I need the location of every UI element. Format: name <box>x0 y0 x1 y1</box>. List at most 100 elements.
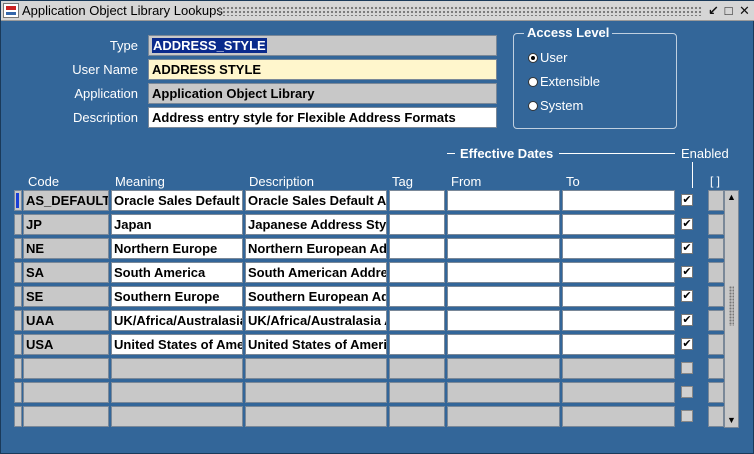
title-bar[interactable]: Application Object Library Lookups ↙ □ ✕ <box>1 1 754 21</box>
enabled-checkbox[interactable] <box>681 386 693 398</box>
description-cell[interactable]: South American Address <box>245 262 387 283</box>
maximize-icon[interactable]: □ <box>721 3 736 18</box>
meaning-cell[interactable]: Oracle Sales Default <box>111 190 243 211</box>
enabled-checkbox[interactable] <box>681 362 693 374</box>
close-icon[interactable]: ✕ <box>737 3 752 18</box>
meaning-cell[interactable]: Southern Europe <box>111 286 243 307</box>
enabled-checkbox-checked[interactable]: ✔ <box>681 218 693 230</box>
row-selector[interactable] <box>14 286 22 307</box>
scroll-down-icon[interactable]: ▼ <box>726 415 737 426</box>
from-cell[interactable] <box>447 190 560 211</box>
from-cell[interactable] <box>447 238 560 259</box>
meaning-cell[interactable]: Japan <box>111 214 243 235</box>
code-cell[interactable]: NE <box>23 238 109 259</box>
enabled-checkbox-checked[interactable]: ✔ <box>681 194 693 206</box>
to-cell[interactable] <box>562 190 675 211</box>
tag-cell[interactable] <box>389 406 445 427</box>
code-cell[interactable]: UAA <box>23 310 109 331</box>
to-cell[interactable] <box>562 382 675 403</box>
descriptive-flex-field[interactable] <box>708 310 724 331</box>
tag-cell[interactable] <box>389 262 445 283</box>
meaning-cell[interactable] <box>111 406 243 427</box>
to-cell[interactable] <box>562 310 675 331</box>
meaning-cell[interactable] <box>111 382 243 403</box>
code-cell[interactable]: JP <box>23 214 109 235</box>
enabled-checkbox-checked[interactable]: ✔ <box>681 338 693 350</box>
descriptive-flex-field[interactable] <box>708 406 724 427</box>
code-cell[interactable]: USA <box>23 334 109 355</box>
radio-user[interactable]: User <box>528 50 567 65</box>
descriptive-flex-field[interactable] <box>708 262 724 283</box>
from-cell[interactable] <box>447 310 560 331</box>
to-cell[interactable] <box>562 286 675 307</box>
radio-system[interactable]: System <box>528 98 583 113</box>
tag-cell[interactable] <box>389 238 445 259</box>
tag-cell[interactable] <box>389 382 445 403</box>
descriptive-flex-field[interactable] <box>708 334 724 355</box>
description-cell[interactable]: Southern European Address <box>245 286 387 307</box>
code-cell[interactable]: SE <box>23 286 109 307</box>
enabled-checkbox-checked[interactable]: ✔ <box>681 266 693 278</box>
code-cell[interactable] <box>23 382 109 403</box>
descriptive-flex-field[interactable] <box>708 190 724 211</box>
descriptive-flex-field[interactable] <box>708 214 724 235</box>
enabled-checkbox-checked[interactable]: ✔ <box>681 242 693 254</box>
description-cell[interactable]: UK/Africa/Australasia Address <box>245 310 387 331</box>
description-cell[interactable] <box>245 358 387 379</box>
code-cell[interactable]: SA <box>23 262 109 283</box>
from-cell[interactable] <box>447 286 560 307</box>
descriptive-flex-field[interactable] <box>708 382 724 403</box>
descriptive-flex-field[interactable] <box>708 358 724 379</box>
row-selector[interactable] <box>14 214 22 235</box>
meaning-cell[interactable]: UK/Africa/Australasia <box>111 310 243 331</box>
description-cell[interactable] <box>245 382 387 403</box>
tag-cell[interactable] <box>389 358 445 379</box>
row-selector[interactable] <box>14 262 22 283</box>
meaning-cell[interactable] <box>111 358 243 379</box>
row-selector[interactable] <box>14 334 22 355</box>
vertical-scrollbar[interactable]: ▲ ▼ <box>724 190 739 428</box>
scroll-up-icon[interactable]: ▲ <box>726 192 737 203</box>
scroll-thumb-grip[interactable] <box>729 286 734 326</box>
meaning-cell[interactable]: United States of America <box>111 334 243 355</box>
row-selector[interactable] <box>14 382 22 403</box>
to-cell[interactable] <box>562 334 675 355</box>
description-field[interactable]: Address entry style for Flexible Address… <box>148 107 497 128</box>
enabled-checkbox-checked[interactable]: ✔ <box>681 290 693 302</box>
from-cell[interactable] <box>447 334 560 355</box>
description-cell[interactable] <box>245 406 387 427</box>
description-cell[interactable]: Oracle Sales Default Address <box>245 190 387 211</box>
from-cell[interactable] <box>447 358 560 379</box>
tag-cell[interactable] <box>389 190 445 211</box>
application-field[interactable]: Application Object Library <box>148 83 497 104</box>
description-cell[interactable]: United States of America <box>245 334 387 355</box>
from-cell[interactable] <box>447 406 560 427</box>
code-cell[interactable]: AS_DEFAULT <box>23 190 109 211</box>
tag-cell[interactable] <box>389 214 445 235</box>
meaning-cell[interactable]: Northern Europe <box>111 238 243 259</box>
description-cell[interactable]: Japanese Address Style <box>245 214 387 235</box>
descriptive-flex-field[interactable] <box>708 238 724 259</box>
tag-cell[interactable] <box>389 334 445 355</box>
row-selector[interactable] <box>14 358 22 379</box>
from-cell[interactable] <box>447 382 560 403</box>
code-cell[interactable] <box>23 358 109 379</box>
row-selector[interactable] <box>14 238 22 259</box>
to-cell[interactable] <box>562 238 675 259</box>
enabled-checkbox-checked[interactable]: ✔ <box>681 314 693 326</box>
description-cell[interactable]: Northern European Address <box>245 238 387 259</box>
row-selector[interactable] <box>14 406 22 427</box>
from-cell[interactable] <box>447 262 560 283</box>
row-selector[interactable] <box>14 190 22 211</box>
radio-extensible[interactable]: Extensible <box>528 74 600 89</box>
tag-cell[interactable] <box>389 310 445 331</box>
descriptive-flex-field[interactable] <box>708 286 724 307</box>
to-cell[interactable] <box>562 262 675 283</box>
enabled-checkbox[interactable] <box>681 410 693 422</box>
to-cell[interactable] <box>562 214 675 235</box>
from-cell[interactable] <box>447 214 560 235</box>
row-selector[interactable] <box>14 310 22 331</box>
meaning-cell[interactable]: South America <box>111 262 243 283</box>
to-cell[interactable] <box>562 406 675 427</box>
code-cell[interactable] <box>23 406 109 427</box>
